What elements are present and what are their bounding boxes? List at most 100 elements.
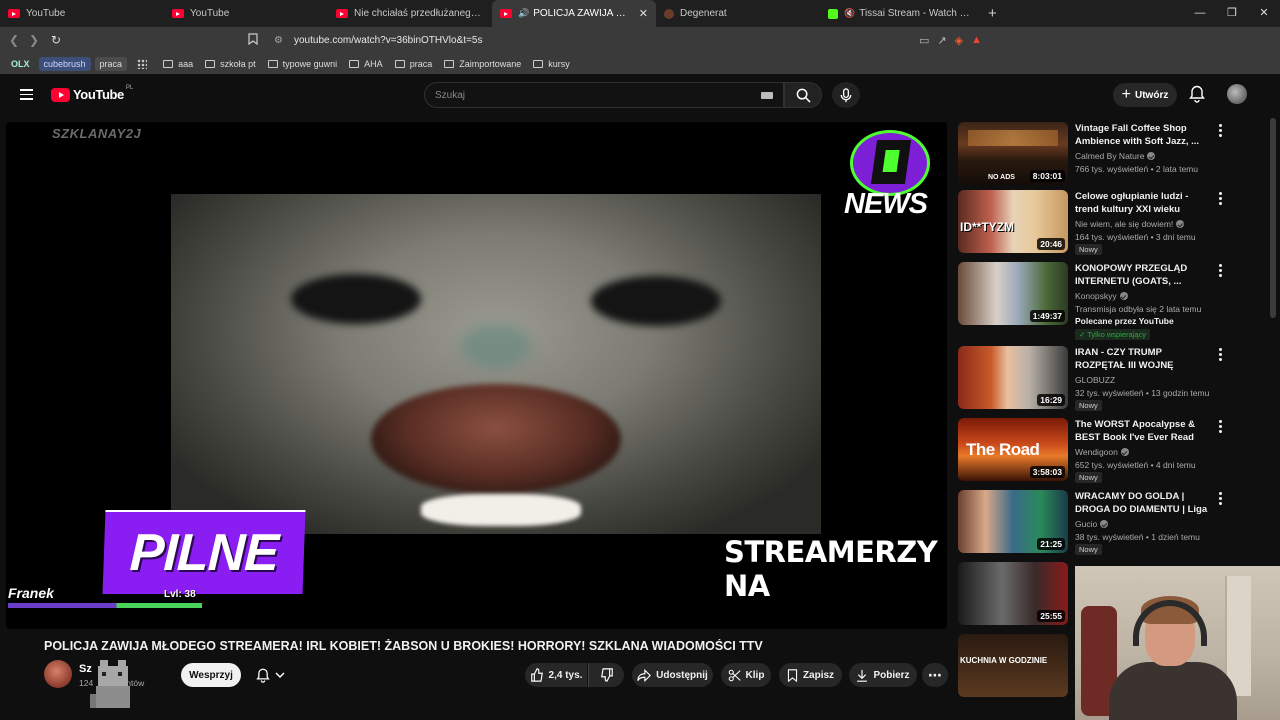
tab-label: Tissai Stream - Watch Live on Kic	[859, 8, 972, 19]
reload-icon[interactable]: ↻	[46, 33, 66, 47]
more-options-icon[interactable]	[1216, 348, 1224, 361]
scrollbar-thumb[interactable]	[1270, 118, 1276, 318]
download-icon	[857, 669, 868, 682]
more-options-icon[interactable]	[1216, 192, 1224, 205]
recommendation-item[interactable]: ID**TYZM 20:46 Celowe ogłupianie ludzi -…	[958, 190, 1268, 256]
tab-label: Degenerat	[680, 8, 727, 19]
recommendation-channel[interactable]: Konopskyy	[1075, 291, 1128, 301]
recommendation-title[interactable]: KONOPOWY PRZEGLĄD INTERNETU (GOATS, ...	[1075, 262, 1213, 288]
create-button[interactable]: + Utwórz	[1113, 83, 1177, 107]
support-button[interactable]: Wesprzyj	[181, 663, 241, 687]
browser-tab[interactable]: Nie chciałaś przedłużanego, ale żyć z	[328, 0, 492, 27]
recommendation-item[interactable]: The Road 3:58:03 The WORST Apocalypse & …	[958, 418, 1268, 484]
video-thumbnail[interactable]: KUCHNIA W GODZINIE	[958, 634, 1068, 697]
more-options-icon[interactable]	[1216, 124, 1224, 137]
channel-avatar[interactable]	[44, 660, 72, 688]
video-thumbnail[interactable]: The Road 3:58:03	[958, 418, 1068, 481]
youtube-logo[interactable]: YouTube PL	[51, 85, 133, 102]
search-button[interactable]	[784, 82, 822, 108]
video-thumbnail[interactable]: NO ADS 8:03:01	[958, 122, 1068, 185]
bookmark-folder[interactable]: typowe guwni	[267, 59, 337, 69]
speaker-icon[interactable]: 🔊	[518, 8, 529, 19]
url-field[interactable]: ⚙ youtube.com/watch?v=36binOTHVlo&t=5s ▭…	[248, 30, 990, 50]
close-window-icon[interactable]: ✕	[1248, 0, 1280, 27]
video-thumbnail[interactable]: 21:25	[958, 490, 1068, 553]
browser-tab[interactable]: 🔇 Tissai Stream - Watch Live on Kic	[820, 0, 980, 27]
notification-settings-button[interactable]	[247, 663, 293, 687]
bookmark-olx[interactable]: OLX	[6, 57, 35, 71]
new-tab-button[interactable]: +	[988, 5, 997, 22]
folder-label: aaa	[178, 58, 194, 69]
recommendation-title[interactable]: IRAN - CZY TRUMP ROZPĘTAŁ III WOJNĘ ŚWIA…	[1075, 346, 1213, 372]
support-label: Wesprzyj	[189, 669, 233, 681]
keyboard-icon[interactable]	[761, 92, 773, 99]
new-badge: Nowy	[1075, 244, 1102, 255]
youtube-icon	[8, 9, 20, 18]
bookmark-folder[interactable]: kursy	[533, 59, 570, 69]
back-icon[interactable]: ❮	[4, 33, 24, 47]
bookmark-folder[interactable]: praca	[394, 59, 432, 69]
recommendation-channel[interactable]: GLOBUZZ	[1075, 375, 1115, 385]
forward-icon[interactable]: ❯	[24, 33, 44, 47]
search-input[interactable]: Szukaj	[424, 82, 784, 108]
browser-tab[interactable]: YouTube	[0, 0, 164, 27]
more-options-icon[interactable]	[1216, 420, 1224, 433]
like-button[interactable]: 2,4 tys.	[525, 663, 587, 687]
recommendation-channel[interactable]: Gucio	[1075, 519, 1109, 529]
voice-search-button[interactable]	[832, 82, 860, 108]
share-icon[interactable]: ↗	[937, 34, 946, 47]
restore-icon[interactable]: ❐	[1216, 0, 1248, 27]
bookmark-icon[interactable]	[248, 32, 268, 48]
video-thumbnail[interactable]: 25:55	[958, 562, 1068, 625]
clip-button[interactable]: Klip	[721, 663, 771, 687]
account-avatar[interactable]	[1227, 84, 1247, 104]
minimize-icon[interactable]: —	[1184, 0, 1216, 27]
recommendation-item[interactable]: 21:25 WRACAMY DO GOLDA | DROGA DO DIAMEN…	[958, 490, 1268, 556]
bookmark-folder[interactable]: szkoła pt	[205, 59, 256, 69]
apps-grid-icon[interactable]	[137, 58, 148, 69]
notifications-bell-icon[interactable]	[1189, 85, 1205, 108]
kick-icon	[828, 8, 838, 19]
browser-tab-active[interactable]: 🔊 POLICJA ZAWIJA MŁODEGO S ✕	[492, 0, 656, 27]
more-options-icon[interactable]	[1216, 264, 1224, 277]
recommendation-title[interactable]: Vintage Fall Coffee Shop Ambience with S…	[1075, 122, 1213, 148]
recommendation-title[interactable]: Celowe ogłupianie ludzi - trend kultury …	[1075, 190, 1213, 216]
video-thumbnail[interactable]: 16:29	[958, 346, 1068, 409]
browser-tab[interactable]: Degenerat	[656, 0, 820, 27]
video-player[interactable]: SZKLANAY2J NEWS PILNE STREAMERZY NA Fran…	[6, 122, 947, 629]
video-thumbnail[interactable]: ID**TYZM 20:46	[958, 190, 1068, 253]
rewards-icon[interactable]: ▲	[971, 34, 982, 47]
video-thumbnail[interactable]: 1:49:37	[958, 262, 1068, 325]
recommendation-channel[interactable]: Calmed By Nature	[1075, 151, 1156, 161]
more-options-icon[interactable]	[1216, 492, 1224, 505]
recommendation-item[interactable]: 16:29 IRAN - CZY TRUMP ROZPĘTAŁ III WOJN…	[958, 346, 1268, 412]
share-button[interactable]: Udostępnij	[632, 663, 713, 687]
brave-shield-icon[interactable]: ◈	[955, 34, 963, 47]
recommendation-item[interactable]: 1:49:37 KONOPOWY PRZEGLĄD INTERNETU (GOA…	[958, 262, 1268, 342]
recommendation-title[interactable]: The WORST Apocalypse & BEST Book I've Ev…	[1075, 418, 1213, 444]
folder-label: szkoła pt	[220, 58, 256, 69]
dislike-button[interactable]	[588, 663, 624, 687]
news-logo: NEWS	[844, 130, 934, 230]
hamburger-menu-icon[interactable]	[20, 89, 33, 100]
browser-tab[interactable]: YouTube	[164, 0, 328, 27]
bookmark-praca[interactable]: praca	[94, 56, 128, 71]
verified-icon	[1120, 448, 1129, 456]
bookmark-folder[interactable]: Zaimportowane	[444, 59, 521, 69]
more-actions-button[interactable]: ⋯	[922, 663, 948, 687]
url-text[interactable]: youtube.com/watch?v=36binOTHVlo&t=5s	[294, 35, 919, 46]
muted-speaker-icon[interactable]: 🔇	[844, 8, 855, 19]
download-button[interactable]: Pobierz	[849, 663, 917, 687]
site-settings-icon[interactable]: ⚙	[274, 35, 294, 46]
bookmark-cubebrush[interactable]: cubebrush	[38, 56, 91, 71]
cast-icon[interactable]: ▭	[919, 34, 929, 47]
close-tab-icon[interactable]: ✕	[633, 7, 648, 20]
pilne-banner: PILNE	[102, 510, 306, 594]
bookmark-folder[interactable]: aaa	[163, 59, 193, 69]
recommendation-item[interactable]: NO ADS 8:03:01 Vintage Fall Coffee Shop …	[958, 122, 1268, 188]
recommendation-channel[interactable]: Wendigoon	[1075, 447, 1129, 457]
save-button[interactable]: Zapisz	[779, 663, 842, 687]
recommendation-channel[interactable]: Nie wiem, ale się dowiem!	[1075, 219, 1185, 229]
bookmark-folder[interactable]: AHA	[349, 59, 383, 69]
recommendation-title[interactable]: WRACAMY DO GOLDA | DROGA DO DIAMENTU | L…	[1075, 490, 1213, 516]
